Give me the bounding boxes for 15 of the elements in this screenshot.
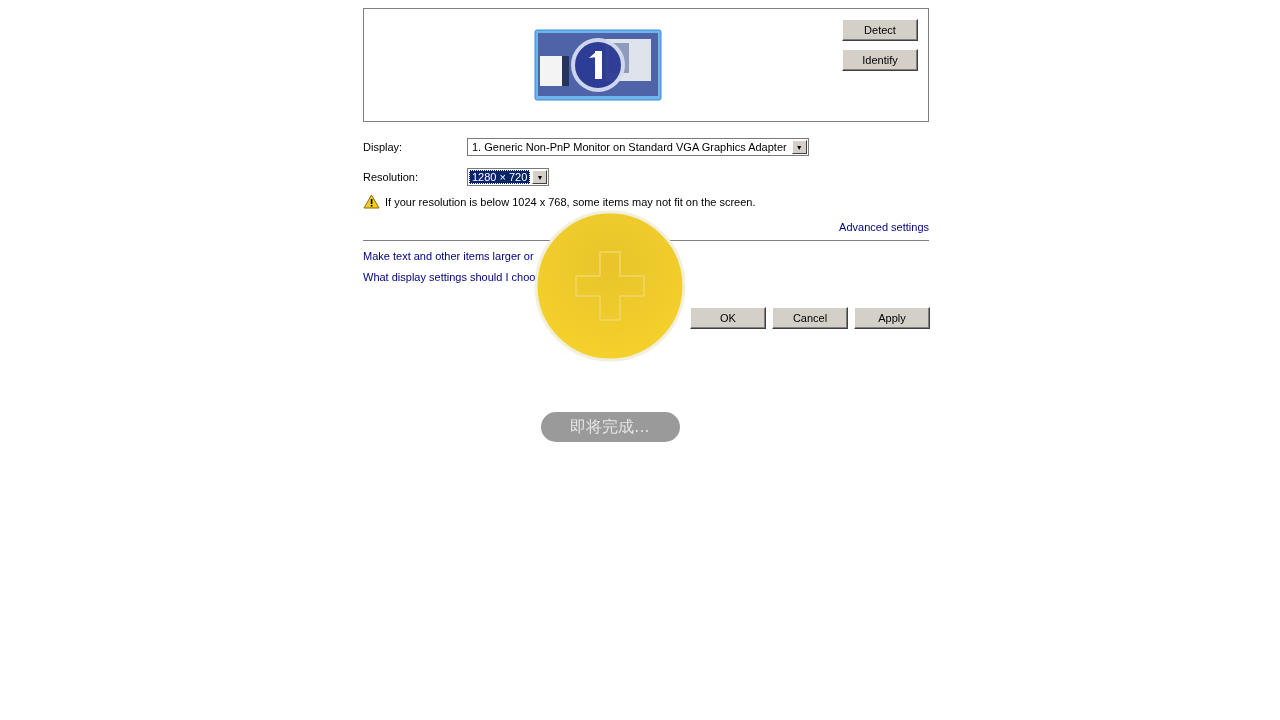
monitor-icon[interactable]	[534, 29, 662, 101]
panel-button[interactable]: Detect	[842, 19, 918, 41]
field-label: Resolution:	[363, 171, 420, 183]
warning-text: If your resolution is below 1024 x 768, some items may not fit on the screen.	[385, 195, 756, 208]
help-link[interactable]: What display settings should I choo	[363, 271, 536, 283]
dialog-button[interactable]: Apply	[854, 307, 930, 329]
warning-icon	[363, 194, 380, 209]
field-label: Display:	[363, 141, 404, 153]
dialog-button[interactable]: OK	[690, 307, 766, 329]
panel-button[interactable]: Identify	[842, 49, 918, 71]
advanced-settings-link[interactable]: Advanced settings	[839, 221, 929, 233]
dialog-button[interactable]: Cancel	[772, 307, 848, 329]
loading-status: 即将完成...	[540, 412, 680, 442]
plus-badge-icon	[534, 210, 686, 362]
help-link[interactable]: Make text and other items larger or	[363, 250, 534, 262]
